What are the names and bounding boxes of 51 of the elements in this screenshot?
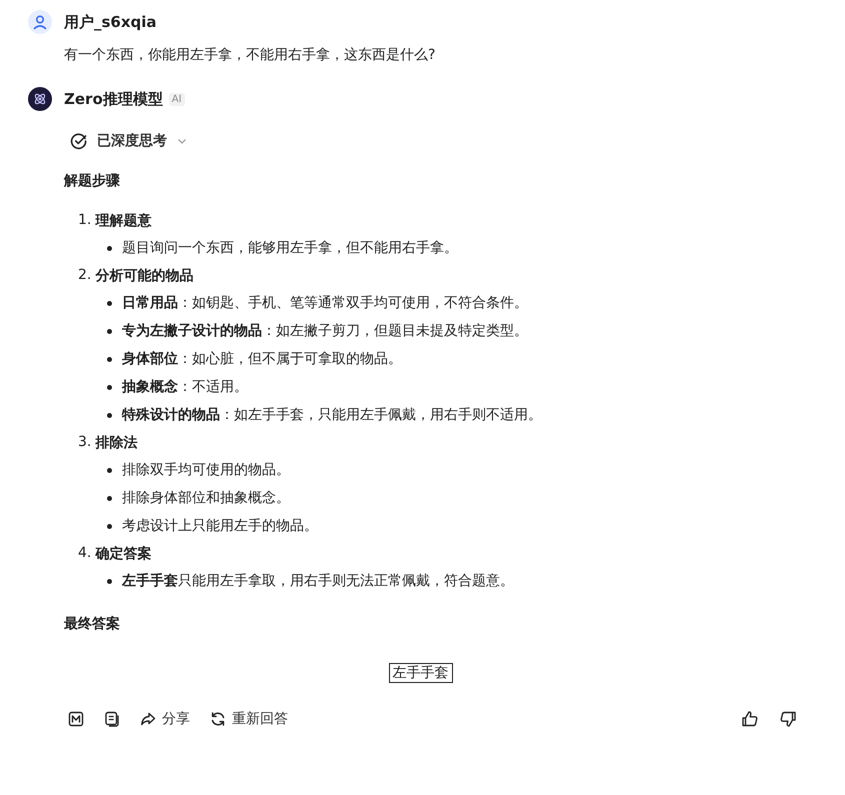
step-point: 排除双手均可使用的物品。 (122, 461, 290, 480)
section-heading: 解题步骤 (64, 172, 121, 190)
step-title: 确定答案 (95, 545, 152, 563)
step-title: 分析可能的物品 (95, 267, 194, 285)
step-point: 日常用品：如钥匙、手机、笔等通常双手均可使用，不符合条件。 (122, 294, 528, 313)
step-point: 专为左撇子设计的物品：如左撇子剪刀，但题目未提及特定类型。 (122, 322, 528, 341)
refresh-icon (210, 711, 226, 727)
user-message: 有一个东西，你能用左手拿，不能用右手拿，这东西是什么? (64, 46, 436, 64)
model-avatar-icon (28, 87, 52, 111)
bullet-icon (107, 300, 112, 306)
thinking-toggle[interactable]: 已深度思考 (70, 132, 188, 150)
step-point: 考虑设计上只能用左手的物品。 (122, 517, 318, 536)
step-number: 4. (78, 545, 92, 563)
step-title: 理解题意 (95, 212, 152, 230)
thumbs-up-icon (741, 710, 759, 728)
check-circle-icon (70, 132, 88, 150)
bullet-icon (107, 328, 112, 334)
step-number: 3. (78, 434, 92, 452)
section-heading: 最终答案 (64, 615, 121, 633)
user-avatar-icon (28, 10, 52, 34)
thumbs-down-icon (779, 710, 797, 728)
bullet-icon (107, 246, 112, 250)
bullet-icon (107, 578, 112, 584)
bullet-icon (107, 412, 112, 418)
bullet-icon (107, 524, 112, 528)
bullet-icon (107, 384, 112, 390)
step-point: 抽象概念：不适用。 (122, 378, 248, 397)
model-name: Zero推理模型 (64, 90, 163, 108)
final-answer: 左手手套 (388, 663, 452, 683)
m-box-icon (68, 711, 84, 727)
document-icon (104, 711, 120, 727)
step-number: 1. (78, 212, 92, 230)
share-icon (140, 711, 156, 727)
markdown-button[interactable] (68, 711, 84, 727)
bullet-icon (107, 496, 112, 500)
step-number: 2. (78, 267, 92, 285)
share-button[interactable]: 分享 (140, 710, 190, 728)
username: 用户_s6xqia (64, 12, 157, 32)
bullet-icon (107, 468, 112, 472)
copy-button[interactable] (104, 711, 120, 727)
step-point: 身体部位：如心脏，但不属于可拿取的物品。 (122, 350, 402, 369)
regenerate-button[interactable]: 重新回答 (210, 710, 288, 728)
step-point: 排除身体部位和抽象概念。 (122, 489, 290, 508)
ai-badge: AI (168, 92, 185, 106)
like-button[interactable] (741, 710, 759, 728)
dislike-button[interactable] (779, 710, 797, 728)
step-title: 排除法 (95, 434, 138, 452)
step-point: 题目询问一个东西，能够用左手拿，但不能用右手拿。 (122, 239, 458, 258)
step-point: 左手手套只能用左手拿取，用右手则无法正常佩戴，符合题意。 (122, 572, 514, 591)
step-point: 特殊设计的物品：如左手手套，只能用左手佩戴，用右手则不适用。 (122, 406, 542, 425)
bullet-icon (107, 356, 112, 362)
